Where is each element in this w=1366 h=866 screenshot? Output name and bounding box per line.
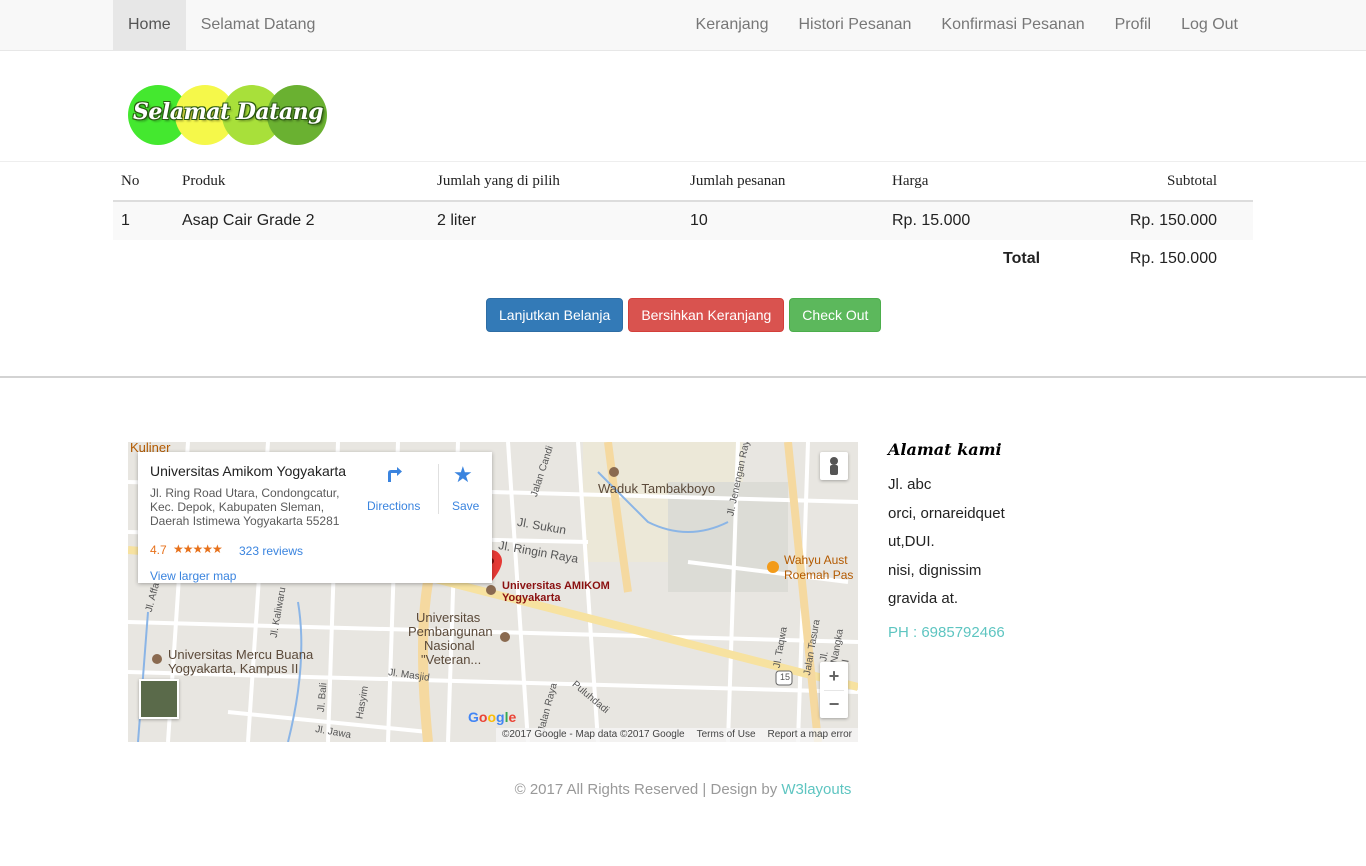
address-title: Alamat kami — [888, 440, 1002, 459]
save-button[interactable]: Save — [452, 499, 479, 513]
nav-home[interactable]: Home — [113, 0, 186, 50]
divider — [0, 376, 1366, 378]
header-subtotal: Subtotal — [1166, 173, 1217, 189]
address-line: ut,DUI. — [888, 533, 935, 550]
zoom-control: + − — [820, 662, 848, 718]
address-line: gravida at. — [888, 590, 959, 607]
clear-cart-button[interactable]: Bersihkan Keranjang — [628, 298, 785, 332]
directions-icon[interactable] — [384, 464, 404, 484]
header-produk: Produk — [182, 173, 226, 189]
zoom-out-button[interactable]: − — [820, 690, 848, 718]
map-label-mercu: Universitas Mercu Buana — [168, 647, 314, 662]
cell-subtotal: Rp. 150.000 — [1129, 212, 1217, 229]
header-jumlah: Jumlah yang di pilih — [437, 173, 560, 189]
reviews-link[interactable]: 323 reviews — [239, 544, 303, 558]
navbar: Home Selamat Datang Keranjang Histori Pe… — [0, 0, 1366, 51]
map-label-amikom: Universitas AMIKOM — [502, 580, 610, 592]
copyright-text: © 2017 All Rights Reserved | Design by — [514, 781, 782, 798]
report-map-error-link[interactable]: Report a map error — [768, 728, 852, 742]
logo-text: Selamat Datang — [133, 99, 323, 125]
address-line: orci, ornareidquet — [888, 504, 1005, 522]
view-larger-map-link[interactable]: View larger map — [150, 569, 236, 583]
nav-left: Home Selamat Datang — [113, 0, 330, 50]
place-name: Universitas Amikom Yogyakarta — [150, 463, 347, 479]
cell-pesanan: 10 — [690, 212, 708, 229]
zoom-in-button[interactable]: + — [820, 662, 848, 690]
satellite-toggle[interactable] — [139, 679, 179, 719]
address-line: Jl. abc — [888, 476, 932, 493]
total-label: Total — [1003, 250, 1041, 267]
map-label-upn-3: Nasional — [424, 638, 475, 653]
map-label-amikom-2: Yogyakarta — [502, 592, 561, 604]
place-address: Jl. Ring Road Utara, Condongcatur, Kec. … — [150, 486, 340, 528]
cart-table: No Produk Jumlah yang di pilih Jumlah pe… — [113, 162, 1253, 278]
map-label-mercu-2: Yogyakarta, Kampus II — [168, 661, 299, 676]
table-header: No Produk Jumlah yang di pilih Jumlah pe… — [113, 162, 1253, 202]
header-pesanan: Jumlah pesanan — [690, 173, 786, 189]
streetview-icon — [830, 457, 838, 475]
pegman-icon[interactable] — [820, 452, 848, 480]
w3layouts-link[interactable]: W3layouts — [781, 781, 851, 798]
nav-right: Keranjang Histori Pesanan Konfirmasi Pes… — [681, 0, 1253, 50]
nav-profil[interactable]: Profil — [1100, 0, 1166, 50]
phone-number: PH : 6985792466 — [888, 623, 1005, 641]
map-label-upn: Universitas — [416, 610, 481, 625]
map-attribution: ©2017 Google - Map data ©2017 Google Ter… — [495, 728, 858, 742]
map-label-upn-4: "Veteran... — [421, 652, 482, 667]
site-logo[interactable]: Selamat Datang — [128, 85, 328, 145]
map-label-street: Jl. Nangka II — [818, 628, 851, 666]
header-harga: Harga — [892, 173, 929, 189]
checkout-button[interactable]: Check Out — [789, 298, 882, 332]
map-copyright: ©2017 Google - Map data ©2017 Google — [501, 729, 685, 740]
nav-konfirmasi-pesanan[interactable]: Konfirmasi Pesanan — [926, 0, 1099, 50]
address-line: nisi, dignissim — [888, 561, 982, 579]
nav-keranjang[interactable]: Keranjang — [681, 0, 784, 50]
map-label-wahyu: Wahyu Aust — [784, 553, 848, 567]
map-label-upn-2: Pembangunan — [408, 624, 493, 639]
nav-histori-pesanan[interactable]: Histori Pesanan — [783, 0, 926, 50]
star-icon[interactable]: ★ — [453, 462, 473, 488]
google-logo: Google — [468, 709, 517, 725]
terms-of-use-link[interactable]: Terms of Use — [697, 728, 756, 742]
cell-produk: Asap Cair Grade 2 — [182, 212, 315, 229]
map-route-number: 15 — [780, 672, 791, 682]
nav-log-out[interactable]: Log Out — [1166, 0, 1253, 50]
map-info-card: Universitas Amikom Yogyakarta Jl. Ring R… — [138, 452, 492, 583]
table-row: 1 Asap Cair Grade 2 2 liter 10 Rp. 15.00… — [113, 202, 1253, 240]
total-row: Total Rp. 150.000 — [113, 240, 1253, 278]
divider — [438, 464, 439, 514]
google-map[interactable]: Kuliner Waduk Tambakboyo Wahyu Aust Roem… — [128, 442, 858, 742]
directions-button[interactable]: Directions — [367, 499, 420, 513]
header-no: No — [121, 173, 140, 189]
footer: © 2017 All Rights Reserved | Design by W… — [0, 781, 1366, 798]
cell-harga: Rp. 15.000 — [892, 212, 971, 229]
place-rating: 4.7 — [150, 543, 167, 557]
divider — [824, 690, 844, 691]
continue-shopping-button[interactable]: Lanjutkan Belanja — [486, 298, 624, 332]
nav-selamat-datang[interactable]: Selamat Datang — [186, 0, 331, 50]
rating-stars-icon: ★★★★★ — [173, 542, 223, 556]
cell-no: 1 — [121, 212, 130, 229]
address-section: Alamat kami Jl. abc orci, ornareidquet u… — [888, 440, 1005, 641]
cell-jumlah: 2 liter — [437, 212, 477, 229]
map-label-waduk: Waduk Tambakboyo — [598, 481, 716, 496]
map-label-wahyu-2: Roemah Pas — [784, 568, 854, 582]
cart-actions: Lanjutkan Belanja Bersihkan Keranjang Ch… — [486, 298, 882, 332]
total-value: Rp. 150.000 — [1129, 250, 1217, 267]
